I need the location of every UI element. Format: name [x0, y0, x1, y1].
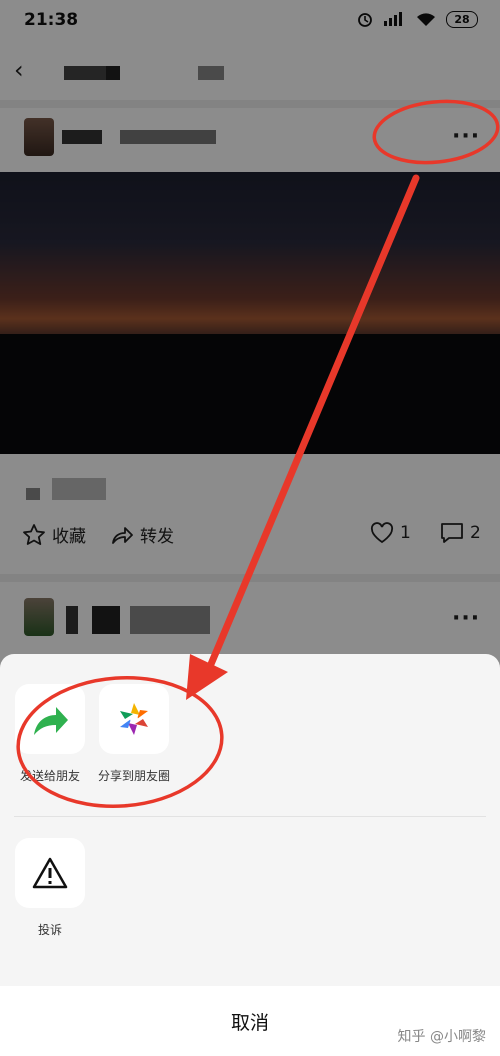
watermark: 知乎 @小啊黎: [397, 1029, 486, 1045]
share-label: 发送给朋友: [19, 769, 80, 783]
share-sheet: 发送给朋友 分享到朋友圈 投诉 取消: [0, 654, 500, 1056]
share-label: 投诉: [37, 923, 62, 937]
warning-icon: [32, 857, 68, 889]
share-tile: [15, 838, 85, 908]
share-tile: [99, 684, 169, 754]
report-button[interactable]: 投诉: [8, 838, 92, 938]
send-to-friend-button[interactable]: 发送给朋友: [8, 684, 92, 784]
moments-aperture-icon: [120, 703, 148, 735]
share-label: 分享到朋友圈: [97, 769, 170, 783]
share-tile: [15, 684, 85, 754]
sheet-divider: [14, 816, 486, 817]
share-to-moments-button[interactable]: 分享到朋友圈: [92, 684, 176, 784]
share-arrow-icon: [34, 707, 68, 735]
